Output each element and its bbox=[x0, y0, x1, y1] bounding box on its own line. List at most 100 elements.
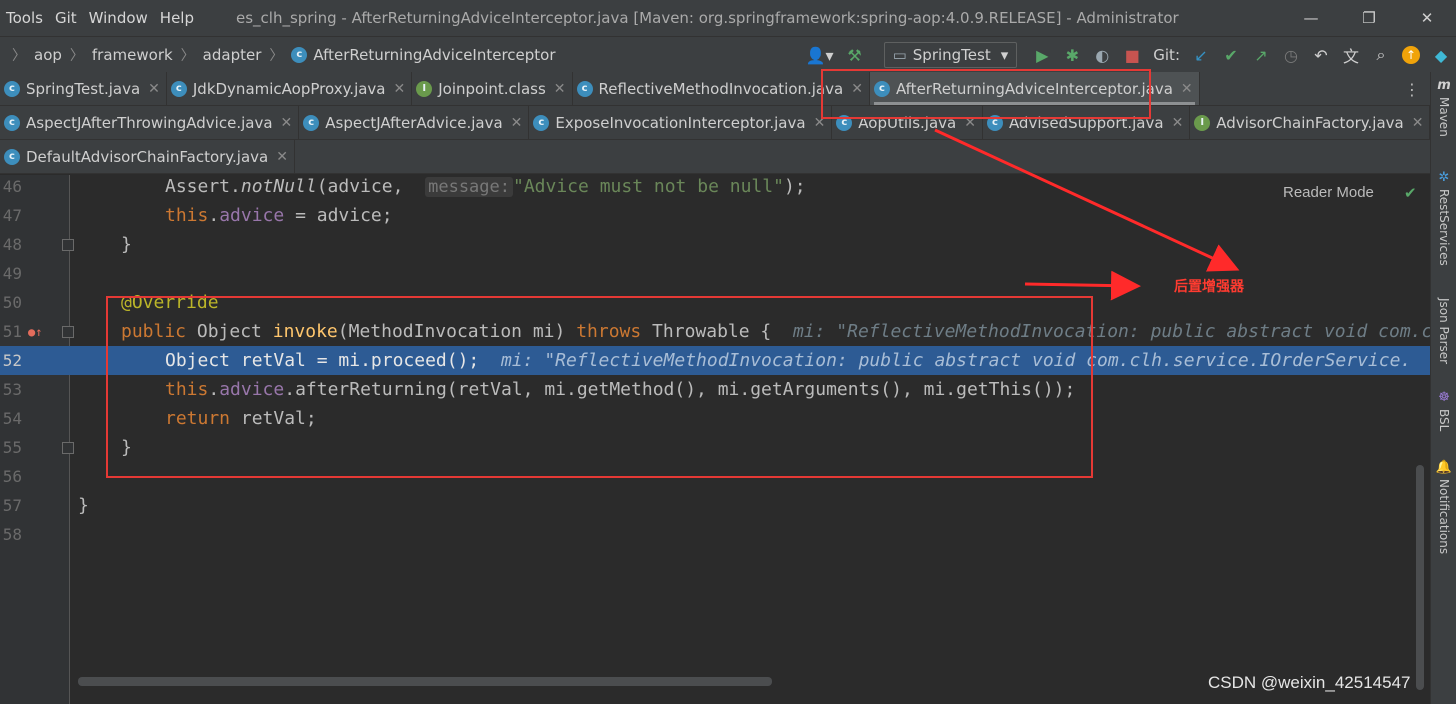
restservices-label: RestServices bbox=[1437, 189, 1451, 266]
code-line-current: 52 Object retVal = mi.proceed(); mi: "Re… bbox=[0, 346, 1430, 375]
editor-tab[interactable]: c AspectJAfterThrowingAdvice.java ✕ bbox=[0, 106, 300, 139]
close-tab-icon[interactable]: ✕ bbox=[1412, 115, 1424, 131]
keyword: this bbox=[165, 205, 209, 226]
search-icon[interactable]: ⌕ bbox=[1366, 40, 1396, 70]
user-icon[interactable]: 👤▾ bbox=[800, 40, 840, 70]
chevron-right-icon: 〉 bbox=[12, 47, 26, 64]
close-tab-icon[interactable]: ✕ bbox=[964, 115, 976, 131]
editor-tab[interactable]: c SpringTest.java ✕ bbox=[0, 72, 167, 105]
close-tab-icon[interactable]: ✕ bbox=[554, 81, 566, 97]
notifications-tool[interactable]: 🔔 Notifications bbox=[1431, 460, 1456, 554]
code-line: 51 ●↑ public Object invoke(MethodInvocat… bbox=[0, 317, 1430, 346]
plugin-logo-icon[interactable]: ◆ bbox=[1426, 40, 1456, 70]
line-number: 53 bbox=[2, 380, 22, 399]
menu-window[interactable]: Window bbox=[83, 9, 154, 27]
run-config-label: SpringTest bbox=[912, 46, 991, 64]
close-tab-icon[interactable]: ✕ bbox=[1181, 81, 1193, 97]
reader-mode-button[interactable]: Reader Mode bbox=[1283, 184, 1374, 201]
code-token: .afterReturning(retVal, mi.getMethod(), … bbox=[284, 379, 1076, 400]
class-icon: c bbox=[4, 80, 20, 97]
close-tab-icon[interactable]: ✕ bbox=[814, 115, 826, 131]
editor-tab[interactable]: c AfterReturningAdviceInterceptor.java ✕ bbox=[869, 72, 1200, 105]
horizontal-scrollbar[interactable] bbox=[78, 677, 772, 686]
line-number: 58 bbox=[2, 525, 22, 544]
close-tab-icon[interactable]: ✕ bbox=[148, 81, 160, 97]
editor-tab[interactable]: I Joinpoint.class ✕ bbox=[412, 72, 573, 105]
git-commit-icon[interactable]: ✔ bbox=[1216, 40, 1246, 70]
code-line: 53 this.advice.afterReturning(retVal, mi… bbox=[0, 375, 1430, 404]
code-token: Object bbox=[186, 321, 273, 342]
git-push-icon[interactable]: ↗ bbox=[1246, 40, 1276, 70]
build-hammer-icon[interactable]: ⚒ bbox=[840, 40, 870, 70]
vertical-scrollbar[interactable] bbox=[1416, 465, 1424, 690]
class-icon: c bbox=[533, 114, 550, 131]
update-icon[interactable]: ↑ bbox=[1396, 40, 1426, 70]
code-token: } bbox=[121, 234, 132, 255]
close-tab-icon[interactable]: ✕ bbox=[1172, 115, 1184, 131]
git-label: Git: bbox=[1153, 46, 1180, 64]
menu-git[interactable]: Git bbox=[49, 9, 83, 27]
bsl-icon: ☸ bbox=[1438, 390, 1450, 405]
coverage-icon[interactable]: ◐ bbox=[1087, 40, 1117, 70]
editor-tab[interactable]: c AdvisedSupport.java ✕ bbox=[983, 106, 1191, 139]
run-configuration-select[interactable]: ▭ SpringTest ▾ bbox=[883, 42, 1018, 68]
bell-icon: 🔔 bbox=[1435, 460, 1453, 475]
breadcrumb-item[interactable]: aop bbox=[34, 46, 62, 64]
close-tab-icon[interactable]: ✕ bbox=[511, 115, 523, 131]
keyword: throws bbox=[576, 321, 642, 342]
json-parser-tool[interactable]: Json Parser bbox=[1431, 294, 1456, 364]
restservices-tool[interactable]: ✲ RestServices bbox=[1431, 170, 1456, 266]
debug-inline-value: mi: "ReflectiveMethodInvocation: public … bbox=[500, 350, 1412, 371]
translate-icon[interactable]: 文 bbox=[1336, 40, 1366, 70]
history-icon[interactable]: ◷ bbox=[1276, 40, 1306, 70]
close-icon[interactable]: ✕ bbox=[1398, 0, 1456, 36]
close-tab-icon[interactable]: ✕ bbox=[851, 81, 863, 97]
editor-tab[interactable]: I AdvisorChainFactory.java ✕ bbox=[1190, 106, 1431, 139]
code-token: ); bbox=[783, 176, 806, 197]
debug-icon[interactable]: ✱ bbox=[1057, 40, 1087, 70]
override-marker-icon[interactable]: ●↑ bbox=[28, 325, 42, 339]
fold-icon[interactable] bbox=[62, 326, 74, 338]
restore-icon[interactable]: ❐ bbox=[1340, 0, 1398, 36]
editor-tab[interactable]: c DefaultAdvisorChainFactory.java ✕ bbox=[0, 140, 295, 173]
bsl-tool[interactable]: ☸ BSL bbox=[1431, 390, 1456, 431]
editor-tab[interactable]: c JdkDynamicAopProxy.java ✕ bbox=[167, 72, 413, 105]
line-number: 56 bbox=[2, 467, 22, 486]
editor-tab[interactable]: c AspectJAfterAdvice.java ✕ bbox=[299, 106, 530, 139]
fold-icon[interactable] bbox=[62, 442, 74, 454]
fold-icon[interactable] bbox=[62, 239, 74, 251]
editor-tab[interactable]: c AopUtils.java ✕ bbox=[832, 106, 983, 139]
close-tab-icon[interactable]: ✕ bbox=[276, 149, 288, 165]
breadcrumb-item[interactable]: adapter bbox=[203, 46, 262, 64]
json-parser-label: Json Parser bbox=[1437, 298, 1451, 365]
class-icon: c bbox=[986, 114, 1003, 131]
inspection-ok-icon[interactable]: ✔ bbox=[1404, 184, 1417, 202]
editor-tab[interactable]: c ReflectiveMethodInvocation.java ✕ bbox=[573, 72, 870, 105]
line-number: 49 bbox=[2, 264, 22, 283]
tab-label: AdvisorChainFactory.java bbox=[1216, 113, 1404, 132]
close-tab-icon[interactable]: ✕ bbox=[281, 115, 293, 131]
breadcrumb-item[interactable]: framework bbox=[92, 46, 173, 64]
class-icon: c bbox=[170, 80, 187, 97]
maven-tool[interactable]: m Maven bbox=[1431, 78, 1456, 137]
menu-tools[interactable]: Tools bbox=[0, 9, 49, 27]
run-icon[interactable]: ▶ bbox=[1027, 40, 1057, 70]
git-update-icon[interactable]: ↙ bbox=[1186, 40, 1216, 70]
line-number: 46 bbox=[2, 177, 22, 196]
tab-label: ReflectiveMethodInvocation.java bbox=[598, 79, 844, 98]
code-token: Assert. bbox=[165, 176, 241, 197]
notifications-label: Notifications bbox=[1437, 479, 1451, 555]
editor-tabs-row-1: c SpringTest.java ✕ c JdkDynamicAopProxy.jav… bbox=[0, 72, 1430, 106]
editor-tab[interactable]: c ExposeInvocationInterceptor.java ✕ bbox=[529, 106, 833, 139]
line-number: 52 bbox=[2, 351, 22, 370]
code-editor[interactable]: 46 Assert.notNull(advice, message: "Advic… bbox=[0, 175, 1430, 704]
minimize-icon[interactable]: — bbox=[1282, 0, 1340, 36]
breadcrumb-item[interactable]: AfterReturningAdviceInterceptor bbox=[313, 46, 555, 64]
rollback-icon[interactable]: ↶ bbox=[1306, 40, 1336, 70]
menu-help[interactable]: Help bbox=[154, 9, 200, 27]
close-tab-icon[interactable]: ✕ bbox=[394, 81, 406, 97]
stop-icon[interactable]: ■ bbox=[1117, 40, 1147, 70]
class-icon: c bbox=[836, 114, 853, 131]
more-tabs-icon[interactable]: ⋮ bbox=[1404, 80, 1420, 99]
chevron-down-icon: ▾ bbox=[1000, 46, 1009, 64]
